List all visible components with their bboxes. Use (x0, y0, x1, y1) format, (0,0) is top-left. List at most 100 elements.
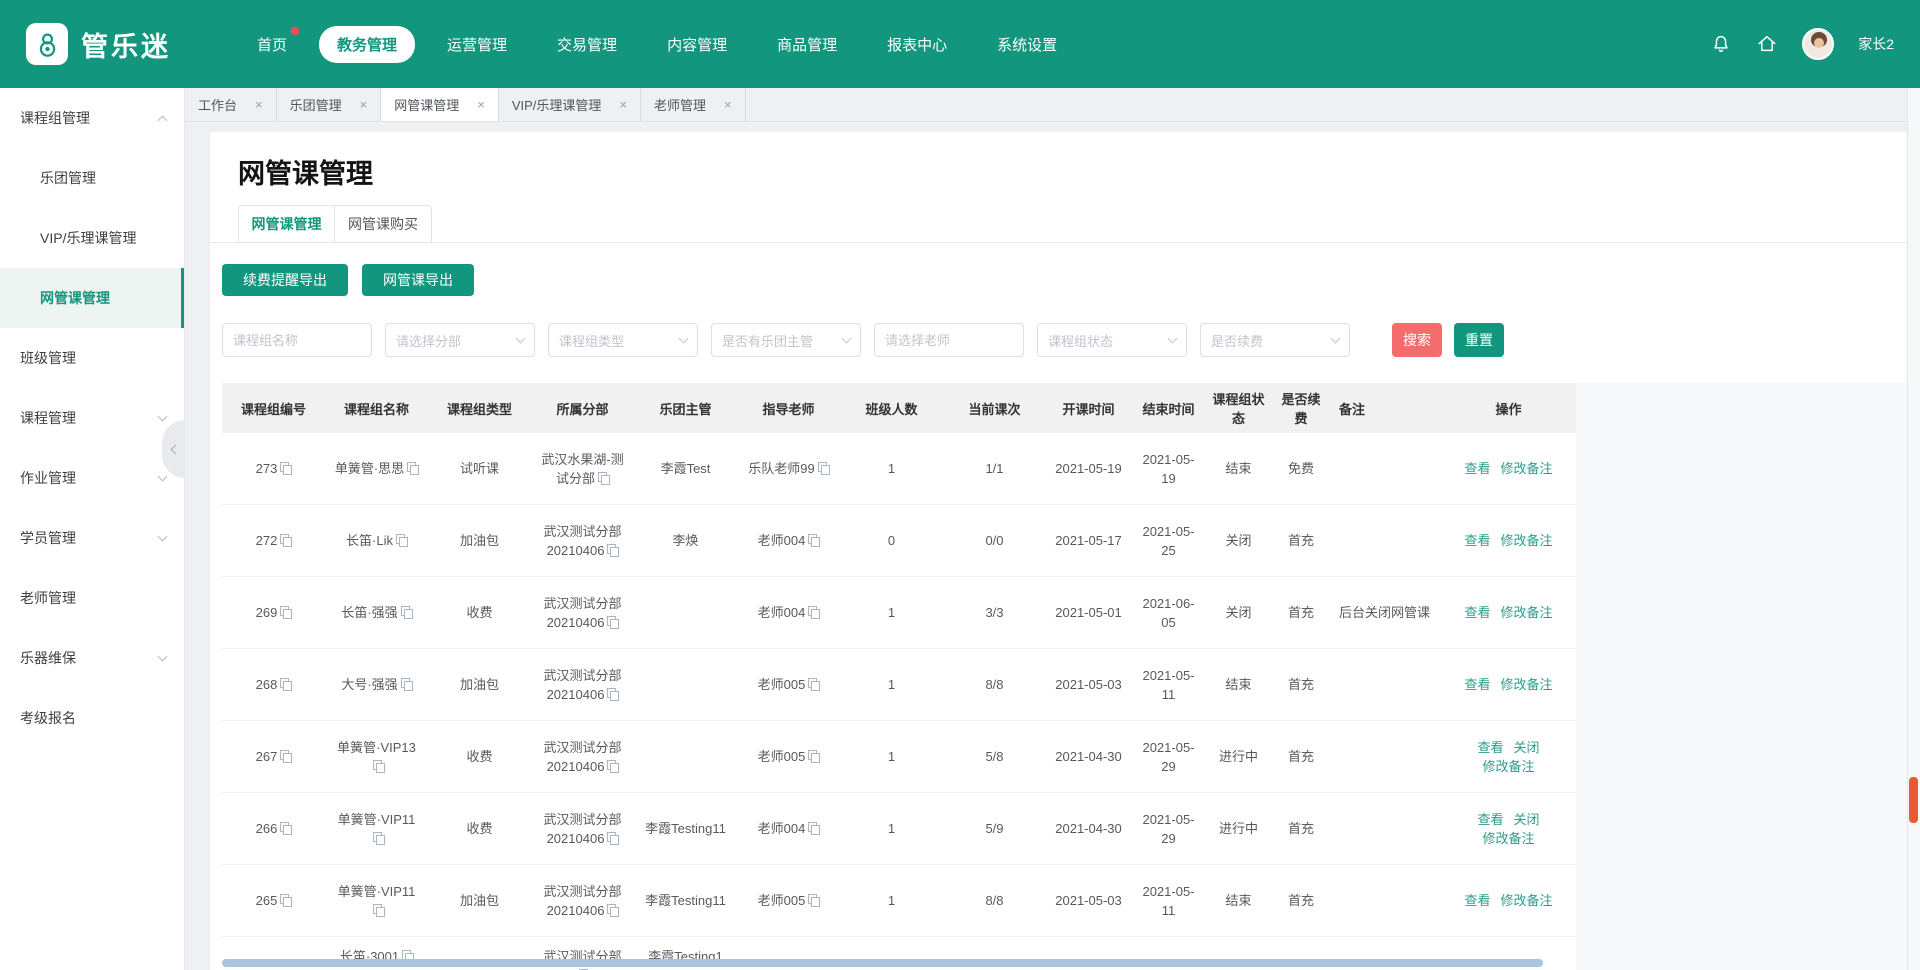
copy-icon[interactable] (280, 678, 291, 690)
bell-icon[interactable] (1710, 33, 1732, 55)
copy-icon[interactable] (396, 534, 407, 546)
sidebar-item[interactable]: 课程管理 (0, 388, 184, 448)
copy-icon[interactable] (808, 678, 819, 690)
copy-icon[interactable] (607, 760, 618, 772)
action-link[interactable]: 查看 (1464, 533, 1490, 548)
filter-select[interactable]: 课程组状态 (1037, 323, 1187, 357)
close-icon[interactable]: × (255, 98, 263, 111)
nav-menu-item[interactable]: 教务管理 (319, 26, 415, 63)
close-icon[interactable]: × (360, 98, 368, 111)
action-link[interactable]: 查看 (1464, 461, 1490, 476)
close-icon[interactable]: × (477, 98, 485, 111)
open-page-tab[interactable]: 网管课管理× (381, 88, 499, 121)
sidebar-item[interactable]: 课程组管理 (0, 88, 184, 148)
copy-icon[interactable] (607, 616, 618, 628)
sidebar-item[interactable]: 考级报名 (0, 688, 184, 748)
brand[interactable]: 管乐迷 (26, 23, 171, 65)
open-page-tab[interactable]: 工作台× (185, 88, 277, 121)
search-button[interactable]: 搜索 (1392, 323, 1442, 357)
copy-icon[interactable] (373, 760, 384, 772)
horizontal-scrollbar-thumb[interactable] (222, 959, 1543, 967)
action-link[interactable]: 修改备注 (1501, 605, 1553, 620)
sidebar-item[interactable]: 学员管理 (0, 508, 184, 568)
filter-select[interactable]: 请选择分部 (385, 323, 535, 357)
column-header-id: 课程组编号 (222, 399, 325, 418)
nav-menu-item[interactable]: 运营管理 (429, 26, 525, 63)
action-link[interactable]: 修改备注 (1501, 677, 1553, 692)
vertical-scrollbar-track[interactable] (1907, 88, 1920, 970)
home-icon[interactable] (1756, 33, 1778, 55)
reset-button[interactable]: 重置 (1454, 323, 1504, 357)
action-link[interactable]: 修改备注 (1501, 893, 1553, 908)
copy-icon[interactable] (373, 832, 384, 844)
action-link[interactable]: 修改备注 (1482, 831, 1534, 846)
copy-icon[interactable] (818, 462, 829, 474)
close-icon[interactable]: × (724, 98, 732, 111)
column-header-actions: 操作 (1441, 399, 1576, 418)
cell-size: 1 (840, 885, 943, 916)
nav-menu-item[interactable]: 首页 (239, 26, 305, 63)
action-link[interactable]: 查看 (1464, 677, 1490, 692)
copy-icon[interactable] (401, 678, 412, 690)
copy-icon[interactable] (808, 822, 819, 834)
filter-select[interactable]: 是否续费 (1200, 323, 1350, 357)
copy-icon[interactable] (808, 534, 819, 546)
filter-input[interactable] (222, 323, 372, 357)
filter-select[interactable]: 是否有乐团主管 (711, 323, 861, 357)
copy-icon[interactable] (808, 750, 819, 762)
copy-icon[interactable] (598, 472, 609, 484)
open-page-tab[interactable]: 老师管理× (641, 88, 746, 121)
sidebar-item[interactable]: VIP/乐理课管理 (0, 208, 184, 268)
action-link[interactable]: 查看 (1477, 812, 1503, 827)
course-export-button[interactable]: 网管课导出 (362, 264, 474, 296)
sidebar-item[interactable]: 老师管理 (0, 568, 184, 628)
copy-icon[interactable] (280, 822, 291, 834)
action-link[interactable]: 关闭 (1514, 812, 1540, 827)
action-link[interactable]: 修改备注 (1482, 759, 1534, 774)
avatar[interactable] (1802, 28, 1834, 60)
nav-menu-item[interactable]: 交易管理 (539, 26, 635, 63)
copy-icon[interactable] (607, 688, 618, 700)
action-link[interactable]: 修改备注 (1501, 461, 1553, 476)
close-icon[interactable]: × (619, 98, 627, 111)
cell-text: 后台关闭网管课 (1339, 605, 1430, 620)
copy-icon[interactable] (401, 606, 412, 618)
nav-menu-item[interactable]: 内容管理 (649, 26, 745, 63)
copy-icon[interactable] (280, 606, 291, 618)
nav-menu-item[interactable]: 系统设置 (979, 26, 1075, 63)
tab-course-manage[interactable]: 网管课管理 (238, 205, 335, 243)
vertical-scrollbar-thumb[interactable] (1909, 777, 1918, 823)
renew-reminder-export-button[interactable]: 续费提醒导出 (222, 264, 348, 296)
filter-input[interactable] (874, 323, 1024, 357)
cell-text: 1 (888, 749, 895, 764)
copy-icon[interactable] (280, 534, 291, 546)
nav-menu-item[interactable]: 报表中心 (869, 26, 965, 63)
copy-icon[interactable] (808, 894, 819, 906)
sidebar-item[interactable]: 乐团管理 (0, 148, 184, 208)
open-page-tab[interactable]: VIP/乐理课管理× (499, 88, 641, 121)
user-name[interactable]: 家长2 (1858, 34, 1894, 54)
action-link[interactable]: 查看 (1464, 893, 1490, 908)
action-link[interactable]: 查看 (1477, 740, 1503, 755)
sidebar-item[interactable]: 作业管理 (0, 448, 184, 508)
open-page-tab[interactable]: 乐团管理× (277, 88, 382, 121)
copy-icon[interactable] (373, 904, 384, 916)
copy-icon[interactable] (280, 750, 291, 762)
action-link[interactable]: 关闭 (1514, 740, 1540, 755)
copy-icon[interactable] (607, 832, 618, 844)
page-title: 网管课管理 (238, 152, 1907, 191)
copy-icon[interactable] (280, 894, 291, 906)
nav-menu-item[interactable]: 商品管理 (759, 26, 855, 63)
copy-icon[interactable] (280, 462, 291, 474)
tab-course-purchase[interactable]: 网管课购买 (335, 205, 432, 243)
sidebar-item[interactable]: 网管课管理 (0, 268, 184, 328)
sidebar-item[interactable]: 乐器维保 (0, 628, 184, 688)
action-link[interactable]: 查看 (1464, 605, 1490, 620)
copy-icon[interactable] (607, 544, 618, 556)
copy-icon[interactable] (808, 606, 819, 618)
action-link[interactable]: 修改备注 (1501, 533, 1553, 548)
sidebar-item[interactable]: 班级管理 (0, 328, 184, 388)
copy-icon[interactable] (607, 904, 618, 916)
copy-icon[interactable] (407, 462, 418, 474)
filter-select[interactable]: 课程组类型 (548, 323, 698, 357)
